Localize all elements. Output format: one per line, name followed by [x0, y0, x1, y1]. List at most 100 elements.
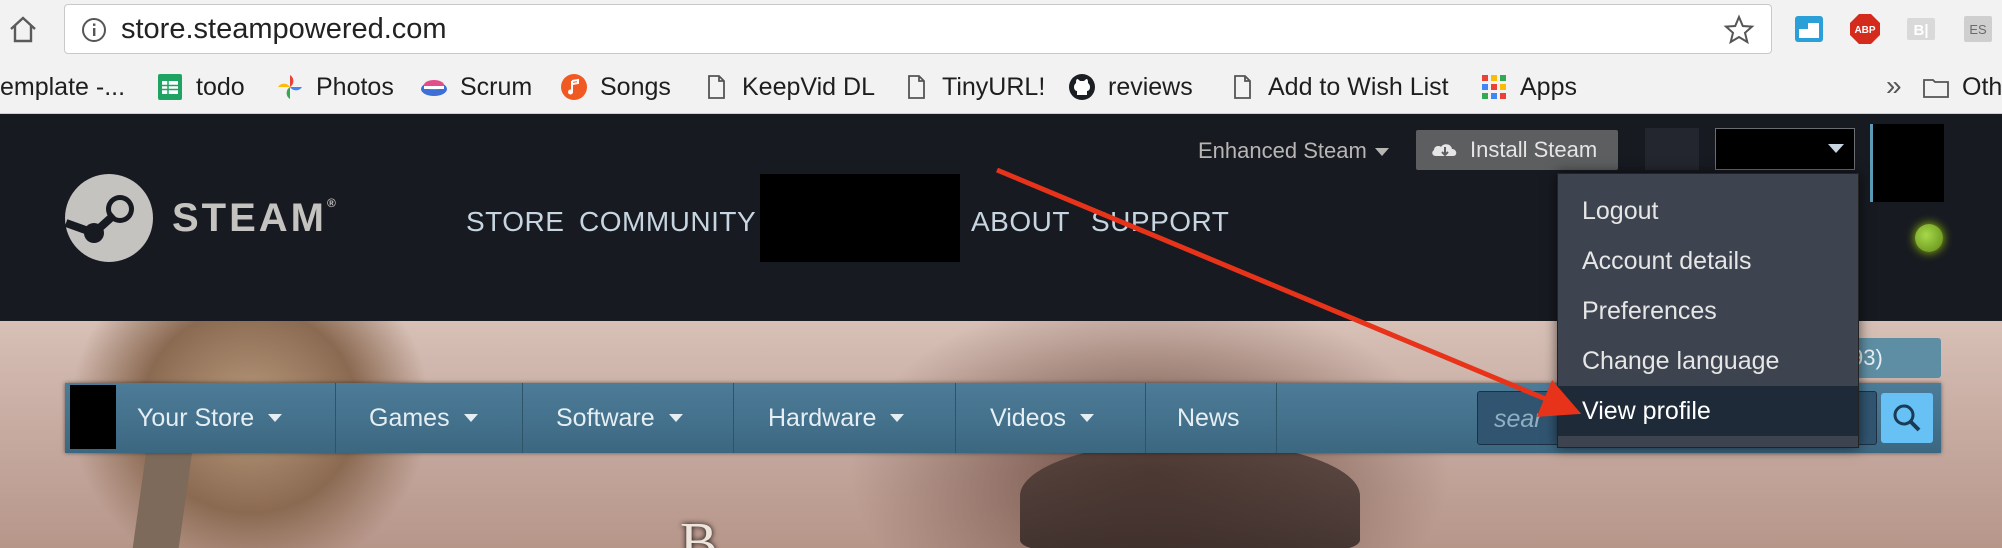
bookmark-tinyurl[interactable]: TinyURL! [902, 70, 1045, 104]
bookmark-label[interactable]: emplate -... [0, 73, 125, 102]
other-bookmarks[interactable]: Oth [1922, 70, 2002, 104]
tab-label[interactable]: Videos [990, 404, 1066, 433]
steam-wordmark-text[interactable]: STEAM [172, 196, 327, 240]
other-bookmarks-label[interactable]: Oth [1962, 73, 2002, 102]
chevron-down-icon [268, 414, 283, 422]
account-dropdown-menu: Logout Account details Preferences Chang… [1557, 173, 1859, 448]
bookmark-todo[interactable]: todo [156, 70, 245, 104]
browser-toolbar: store.steampowered.com ABP B| ES [0, 0, 2002, 62]
photos-icon [278, 75, 302, 99]
redacted-store-icon [70, 385, 116, 449]
banner-art [1020, 441, 1360, 548]
steam-wordmark[interactable]: STEAM® [172, 196, 339, 241]
tab-games[interactable]: Games [336, 383, 523, 453]
bookmark-label[interactable]: Scrum [460, 73, 532, 102]
es-ext-icon[interactable]: ES [1962, 13, 1994, 45]
enhanced-steam-menu[interactable]: Enhanced Steam [1198, 138, 1389, 164]
redacted-nav-username[interactable] [760, 174, 960, 262]
bookmark-label[interactable]: Add to Wish List [1268, 73, 1449, 102]
chevron-down-icon [463, 414, 478, 422]
registered-mark: ® [327, 196, 339, 210]
adblock-icon[interactable]: ABP [1849, 13, 1881, 45]
adblock-label: ABP [1854, 25, 1875, 36]
bookmark-template[interactable]: emplate -... [0, 70, 125, 104]
chevron-down-icon [1080, 414, 1094, 422]
online-status-icon [1915, 224, 1943, 252]
page-icon [1234, 75, 1251, 99]
tab-software[interactable]: Software [523, 383, 734, 453]
steam-logo-icon[interactable] [64, 173, 154, 263]
wishlist-button[interactable]: 93) [1845, 338, 1941, 378]
menu-item-label[interactable]: Logout [1582, 197, 1658, 226]
scrum-icon [421, 80, 447, 96]
nav-about[interactable]: ABOUT [971, 206, 1070, 238]
install-icon [1432, 144, 1457, 157]
address-bar[interactable]: store.steampowered.com [64, 4, 1772, 54]
tab-videos[interactable]: Videos [956, 383, 1146, 453]
page-icon [708, 75, 725, 99]
chevron-down-icon [1374, 148, 1389, 157]
bookmark-label[interactable]: Photos [316, 73, 394, 102]
apps-grid-icon [1482, 75, 1506, 99]
menu-item-logout[interactable]: Logout [1558, 186, 1858, 236]
bookmarks-bar: emplate -... todo Photos Scrum Songs Kee… [0, 62, 2002, 114]
menu-item-label[interactable]: Change language [1582, 347, 1779, 376]
chevron-down-icon [890, 414, 905, 422]
bookmark-apps[interactable]: Apps [1480, 70, 1577, 104]
info-icon[interactable] [81, 17, 107, 43]
menu-item-view-profile[interactable]: View profile [1558, 386, 1858, 436]
search-button[interactable] [1881, 393, 1933, 443]
bookmark-label[interactable]: reviews [1108, 73, 1193, 102]
menu-item-change-language[interactable]: Change language [1558, 336, 1858, 386]
tab-hardware[interactable]: Hardware [734, 383, 956, 453]
tab-label[interactable]: Hardware [768, 404, 876, 433]
account-pulldown[interactable] [1715, 128, 1855, 170]
url-text[interactable]: store.steampowered.com [121, 13, 447, 46]
nav-support[interactable]: SUPPORT [1091, 206, 1229, 238]
notifications-button[interactable] [1645, 128, 1699, 170]
bookmark-photos[interactable]: Photos [276, 70, 394, 104]
window-ext-icon[interactable] [1793, 13, 1825, 45]
page-icon [908, 75, 925, 99]
chevron-down-icon [1828, 144, 1844, 153]
enhanced-steam-label[interactable]: Enhanced Steam [1198, 138, 1367, 163]
bookmarks-overflow-chevron[interactable]: » [1886, 70, 1902, 102]
bookmark-reviews[interactable]: reviews [1068, 70, 1193, 104]
tab-label[interactable]: Software [556, 404, 655, 433]
banner-title[interactable]: B [680, 511, 725, 548]
nav-store[interactable]: STORE [466, 206, 564, 238]
chevron-down-icon [668, 414, 683, 422]
bookmark-label[interactable]: TinyURL! [942, 73, 1045, 102]
tab-label[interactable]: Your Store [137, 404, 254, 433]
tab-label[interactable]: Games [369, 404, 450, 433]
tab-your-store[interactable]: Your Store [117, 383, 336, 453]
avatar[interactable] [1870, 124, 1944, 202]
install-steam-label[interactable]: Install Steam [1470, 137, 1597, 163]
tab-label[interactable]: News [1177, 404, 1240, 433]
home-icon[interactable] [6, 12, 40, 46]
bookmark-label[interactable]: Songs [600, 73, 671, 102]
bl-ext-icon[interactable]: B| [1905, 13, 1937, 45]
menu-item-label[interactable]: View profile [1582, 397, 1711, 426]
es-ext-label: ES [1969, 22, 1987, 37]
bl-ext-label: B| [1913, 22, 1928, 39]
install-steam-button[interactable]: Install Steam [1416, 130, 1618, 170]
bookmark-label[interactable]: todo [196, 73, 245, 102]
bookmark-songs[interactable]: Songs [560, 70, 671, 104]
folder-icon [1923, 79, 1949, 98]
sheets-icon [158, 74, 182, 100]
tab-news[interactable]: News [1146, 383, 1277, 453]
search-icon [1893, 404, 1921, 432]
bookmark-scrum[interactable]: Scrum [420, 70, 532, 104]
menu-item-account-details[interactable]: Account details [1558, 236, 1858, 286]
bookmark-label[interactable]: KeepVid DL [742, 73, 875, 102]
menu-item-label[interactable]: Account details [1582, 247, 1752, 276]
bookmark-star-icon[interactable] [1723, 14, 1755, 46]
bookmark-keepvid[interactable]: KeepVid DL [702, 70, 875, 104]
menu-item-label[interactable]: Preferences [1582, 297, 1717, 326]
github-icon [1069, 74, 1095, 100]
nav-community[interactable]: COMMUNITY [579, 206, 756, 238]
menu-item-preferences[interactable]: Preferences [1558, 286, 1858, 336]
bookmark-label[interactable]: Apps [1520, 73, 1577, 102]
bookmark-wishlist[interactable]: Add to Wish List [1228, 70, 1449, 104]
